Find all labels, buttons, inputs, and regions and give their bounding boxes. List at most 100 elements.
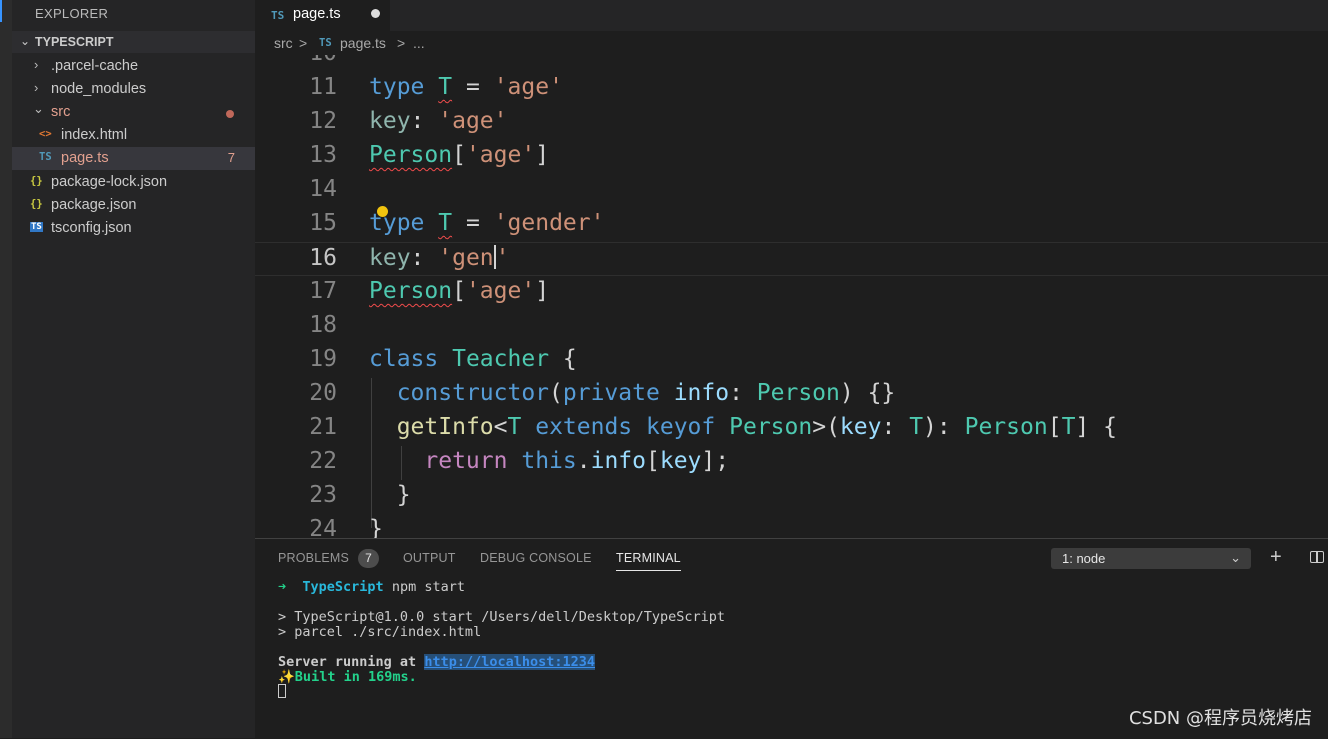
tree-folder-src[interactable]: ⌄ src	[12, 101, 255, 124]
code-line: 19 class Teacher {	[255, 344, 1328, 378]
modified-dot	[226, 110, 234, 118]
code-text: type T = 'age'	[369, 74, 563, 100]
tab-problems[interactable]: PROBLEMS	[278, 551, 349, 565]
chevron-down-icon: ⌄	[20, 34, 31, 48]
code-line: 10	[255, 55, 1328, 72]
line-number: 13	[309, 142, 337, 168]
explorer-sidebar: EXPLORER ⌄ TYPESCRIPT › .parcel-cache › …	[0, 0, 255, 738]
breadcrumb: src > TS page.ts > ...	[255, 31, 1328, 55]
tab-page-ts[interactable]: TS page.ts	[255, 0, 390, 31]
code-line: 20 constructor(private info: Person) {}	[255, 378, 1328, 412]
editor-tab-bar: TS page.ts	[255, 0, 1328, 31]
line-number: 12	[309, 108, 337, 134]
tree-file-tsconfig-json[interactable]: TS tsconfig.json	[12, 217, 255, 240]
code-text: return this.info[key];	[424, 448, 730, 474]
code-text: type T = 'gender'	[369, 210, 605, 236]
prompt-directory: TypeScript	[302, 579, 384, 595]
line-number: 14	[309, 176, 337, 202]
unsaved-dot-icon[interactable]	[371, 9, 380, 18]
explorer-title: EXPLORER	[35, 6, 109, 21]
tree-folder-node-modules[interactable]: › node_modules	[12, 78, 255, 101]
tree-item-label: package.json	[51, 197, 137, 213]
code-line: 21 getInfo<T extends keyof Person>(key: …	[255, 412, 1328, 446]
tab-terminal[interactable]: TERMINAL	[616, 551, 681, 571]
breadcrumb-file[interactable]: page.ts	[340, 35, 386, 51]
tree-item-label: src	[51, 104, 71, 120]
code-line: 24}	[255, 514, 1328, 538]
activity-bar	[0, 0, 12, 738]
tree-file-index-html[interactable]: <> index.html	[12, 124, 255, 147]
watermark: CSDN @程序员烧烤店	[1128, 708, 1312, 729]
tsconfig-file-icon: TS	[30, 222, 43, 232]
line-number: 17	[309, 278, 337, 304]
tab-debug-console[interactable]: DEBUG CONSOLE	[480, 551, 592, 565]
json-file-icon: {}	[30, 198, 43, 210]
add-terminal-icon[interactable]: +	[1270, 547, 1282, 567]
tree-item-label: tsconfig.json	[51, 220, 132, 236]
line-number: 22	[309, 448, 337, 474]
line-number: 10	[255, 55, 337, 66]
chevron-down-icon: ⌄	[1230, 550, 1241, 565]
chevron-right-icon: ›	[34, 80, 39, 95]
terminal-select[interactable]: 1: node ⌄	[1051, 548, 1251, 569]
breadcrumb-separator: >	[397, 35, 406, 51]
line-number: 24	[309, 516, 337, 538]
code-line: 11 type T = 'age'	[255, 72, 1328, 106]
code-line-current: 16 key: 'gen'	[255, 242, 1328, 276]
code-line: 17 Person['age']	[255, 276, 1328, 310]
terminal-output-line: > parcel ./src/index.html	[278, 624, 482, 640]
terminal-prompt-line: ➜ TypeScript npm start	[278, 579, 465, 595]
typescript-file-icon: TS	[271, 9, 285, 22]
prompt-command: npm start	[391, 579, 465, 595]
split-terminal-icon[interactable]	[1310, 551, 1324, 563]
terminal-cursor-line[interactable]	[278, 684, 286, 700]
terminal-select-value: 1: node	[1062, 551, 1106, 566]
code-text: getInfo<T extends keyof Person>(key: T):…	[396, 414, 1117, 440]
line-number: 21	[309, 414, 337, 440]
typescript-file-icon: TS	[39, 151, 52, 163]
code-line: 12 key: 'age'	[255, 106, 1328, 140]
code-line: 22 return this.info[key];	[255, 446, 1328, 480]
workspace-name: TYPESCRIPT	[35, 35, 114, 49]
server-url-link[interactable]: http://localhost:1234	[424, 654, 595, 670]
server-text: Server running at	[278, 654, 417, 670]
tree-file-package-lock-json[interactable]: {} package-lock.json	[12, 171, 255, 194]
tree-item-label: package-lock.json	[51, 174, 168, 190]
line-number: 15	[309, 210, 337, 236]
prompt-arrow-icon: ➜	[278, 579, 287, 595]
tree-folder-parcel-cache[interactable]: › .parcel-cache	[12, 55, 255, 78]
terminal-built-line: ✨Built in 169ms.	[278, 669, 417, 685]
chevron-down-icon: ⌄	[33, 101, 44, 116]
tree-file-package-json[interactable]: {} package.json	[12, 194, 255, 217]
code-line: 13 Person['age']	[255, 140, 1328, 174]
tree-item-label: node_modules	[51, 81, 147, 97]
code-editor[interactable]: 10 11 type T = 'age' 12 key: 'age' 13 Perso…	[255, 55, 1328, 538]
tab-output[interactable]: OUTPUT	[403, 551, 456, 565]
code-line: 15 type T = 'gender'	[255, 208, 1328, 242]
tree-file-page-ts[interactable]: TS page.ts 7	[12, 147, 255, 170]
problem-count-badge: 7	[227, 150, 235, 165]
terminal-output-line: > TypeScript@1.0.0 start /Users/dell/Des…	[278, 609, 726, 625]
tree-item-label: index.html	[61, 127, 128, 143]
code-text: }	[396, 482, 411, 508]
code-text: key: 'age'	[369, 108, 508, 134]
tab-label: page.ts	[293, 6, 341, 22]
activity-indicator	[0, 0, 2, 22]
breadcrumb-folder[interactable]: src	[274, 35, 293, 51]
line-number: 18	[309, 312, 337, 338]
tree-item-label: page.ts	[61, 150, 109, 166]
code-line: 23 }	[255, 480, 1328, 514]
code-text: }	[369, 516, 383, 538]
line-number: 23	[309, 482, 337, 508]
chevron-right-icon: ›	[34, 57, 39, 72]
breadcrumb-symbol[interactable]: ...	[413, 35, 425, 51]
json-file-icon: {}	[30, 175, 43, 187]
code-text: key: 'gen'	[369, 245, 510, 271]
line-number: 20	[309, 380, 337, 406]
terminal-server-line: Server running at http://localhost:1234	[278, 654, 595, 670]
code-text: class Teacher {	[369, 346, 577, 372]
code-text: constructor(private info: Person) {}	[396, 380, 896, 406]
workspace-section-header[interactable]: ⌄ TYPESCRIPT	[12, 31, 255, 53]
terminal-cursor	[278, 684, 286, 698]
problems-count-badge: 7	[358, 549, 379, 568]
